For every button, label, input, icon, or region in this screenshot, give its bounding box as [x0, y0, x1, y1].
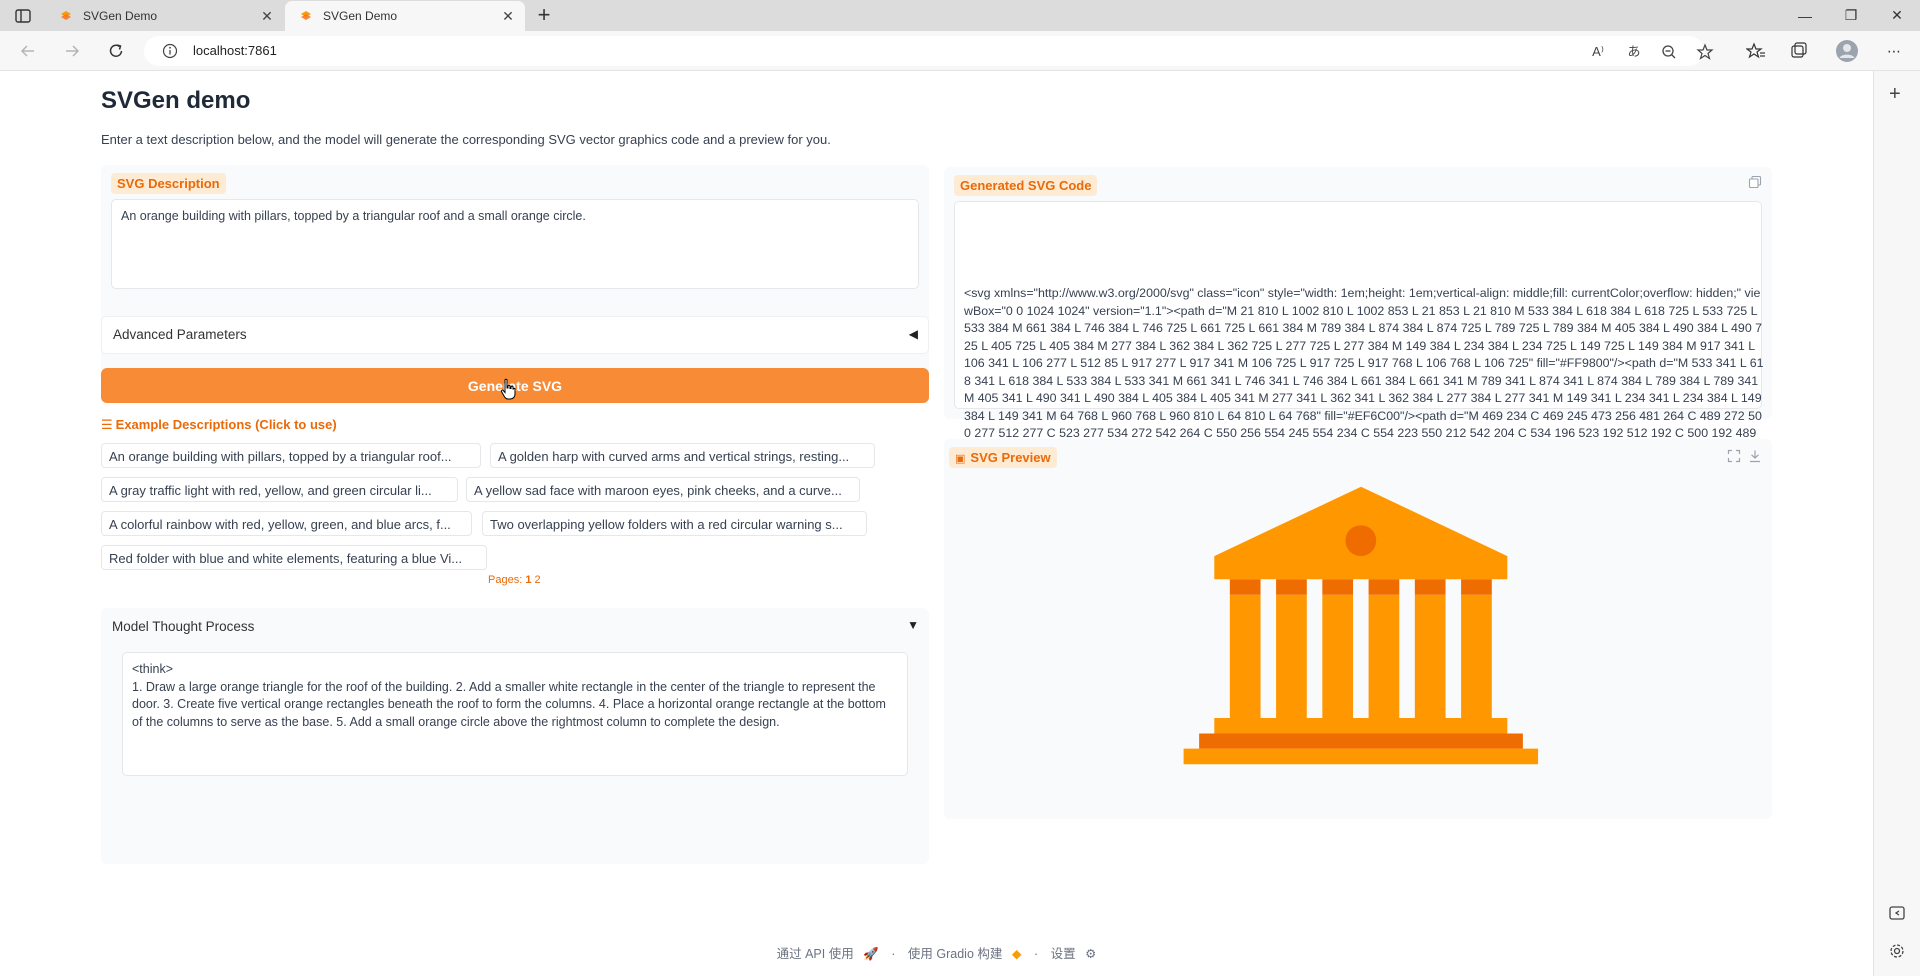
- favorite-star-icon[interactable]: [1696, 43, 1714, 61]
- browser-tab-1[interactable]: SVGen Demo ✕: [45, 1, 284, 31]
- svg-preview-label: ▣ SVG Preview: [949, 447, 1057, 468]
- svg-description-label: SVG Description: [111, 173, 226, 194]
- tab-close-icon[interactable]: ✕: [501, 9, 515, 23]
- tab-title: SVGen Demo: [83, 9, 158, 23]
- forward-icon[interactable]: [62, 41, 82, 61]
- thought-process-output: <think> 1. Draw a large orange triangle …: [122, 652, 908, 776]
- think-tag: <think>: [132, 662, 174, 676]
- read-aloud-icon[interactable]: A⁾: [1589, 43, 1607, 61]
- example-chip[interactable]: Two overlapping yellow folders with a re…: [482, 511, 867, 536]
- image-icon: ▣: [955, 453, 966, 465]
- gradio-logo-icon: ◆: [1011, 947, 1022, 961]
- hand-cursor-icon: [500, 378, 516, 400]
- page-1-link[interactable]: 1: [525, 574, 531, 586]
- built-with-gradio-link[interactable]: 使用 Gradio 构建 ◆: [905, 947, 1025, 961]
- more-menu-icon[interactable]: ⋯: [1884, 41, 1904, 61]
- tab-close-icon[interactable]: ✕: [260, 9, 274, 23]
- gradio-app: SVGen demo Enter a text description belo…: [0, 71, 1873, 976]
- advanced-parameters-label: Advanced Parameters: [113, 327, 247, 342]
- svg-description-input[interactable]: An orange building with pillars, topped …: [111, 199, 919, 289]
- browser-tab-2-active[interactable]: SVGen Demo ✕: [285, 1, 525, 31]
- site-info-icon[interactable]: [162, 43, 178, 59]
- address-bar: localhost:7861 A⁾ あ: [0, 31, 1920, 71]
- settings-gear-icon: ⚙: [1085, 947, 1097, 961]
- example-chip[interactable]: A gray traffic light with red, yellow, a…: [101, 477, 458, 502]
- svg-preview-panel: ▣ SVG Preview: [944, 439, 1772, 819]
- browser-tab-bar: SVGen Demo ✕ SVGen Demo ✕ + — ❐ ✕: [0, 0, 1920, 31]
- use-via-api-link[interactable]: 通过 API 使用 🚀: [774, 947, 882, 961]
- sidebar-add-icon[interactable]: +: [1889, 83, 1901, 106]
- copy-icon[interactable]: [1748, 175, 1762, 189]
- download-icon[interactable]: [1748, 449, 1762, 463]
- back-icon[interactable]: [18, 41, 38, 61]
- gradio-favicon-icon: [301, 11, 311, 20]
- settings-link[interactable]: 设置 ⚙: [1048, 947, 1100, 961]
- example-chip[interactable]: An orange building with pillars, topped …: [101, 443, 481, 468]
- thought-process-panel: Model Thought Process ▼ <think> 1. Draw …: [101, 608, 929, 864]
- preview-building-image: [1183, 486, 1539, 765]
- restore-icon[interactable]: ❐: [1828, 0, 1874, 31]
- window-close-icon[interactable]: ✕: [1874, 0, 1920, 31]
- url-text: localhost:7861: [193, 43, 277, 58]
- page-2-link[interactable]: 2: [535, 574, 541, 586]
- example-chip[interactable]: A colorful rainbow with red, yellow, gre…: [101, 511, 472, 536]
- footer-separator: ·: [891, 947, 896, 961]
- fullscreen-icon[interactable]: [1727, 449, 1741, 463]
- new-tab-icon[interactable]: +: [533, 4, 555, 27]
- expand-arrow-icon: ▼: [907, 618, 919, 632]
- footer-separator: ·: [1033, 947, 1039, 961]
- thought-process-label: Model Thought Process: [112, 619, 255, 634]
- examples-title: ☰ Example Descriptions (Click to use): [101, 417, 337, 432]
- url-field[interactable]: localhost:7861 A⁾ あ: [144, 36, 1714, 66]
- sidebar-panel-icon[interactable]: [1888, 904, 1906, 922]
- thought-process-header[interactable]: Model Thought Process ▼: [101, 608, 929, 642]
- examples-pagination: Pages: 1 2: [488, 574, 541, 586]
- profile-avatar-icon[interactable]: [1835, 39, 1859, 63]
- tab-actions-icon[interactable]: [14, 7, 32, 25]
- example-chip[interactable]: A golden harp with curved arms and verti…: [490, 443, 875, 468]
- page-footer: 通过 API 使用 🚀 · 使用 Gradio 构建 ◆ · 设置 ⚙: [0, 943, 1873, 962]
- minimize-icon[interactable]: —: [1782, 0, 1828, 31]
- example-chip[interactable]: Red folder with blue and white elements,…: [101, 545, 487, 570]
- pages-label: Pages:: [488, 574, 523, 586]
- page-title: SVGen demo: [101, 87, 251, 114]
- page-description: Enter a text description below, and the …: [101, 132, 831, 147]
- advanced-parameters-accordion[interactable]: Advanced Parameters ◀: [101, 316, 929, 354]
- refresh-icon[interactable]: [106, 41, 126, 61]
- tab-title: SVGen Demo: [323, 9, 398, 23]
- svg-code-text: <svg xmlns="http://www.w3.org/2000/svg" …: [964, 286, 1764, 458]
- rocket-icon: 🚀: [863, 947, 879, 961]
- favorites-icon[interactable]: [1746, 41, 1766, 61]
- zoom-out-icon[interactable]: [1660, 43, 1678, 61]
- collections-icon[interactable]: [1789, 41, 1809, 61]
- list-icon: ☰: [101, 417, 113, 432]
- example-chip[interactable]: A yellow sad face with maroon eyes, pink…: [466, 477, 860, 502]
- gradio-favicon-icon: [61, 11, 71, 20]
- edge-sidebar: +: [1873, 71, 1920, 976]
- sidebar-settings-gear-icon[interactable]: [1888, 942, 1906, 960]
- generated-svg-code-label: Generated SVG Code: [954, 175, 1098, 196]
- translate-icon[interactable]: あ: [1625, 43, 1643, 61]
- thought-text: 1. Draw a large orange triangle for the …: [132, 679, 886, 729]
- collapse-arrow-icon: ◀: [908, 327, 918, 341]
